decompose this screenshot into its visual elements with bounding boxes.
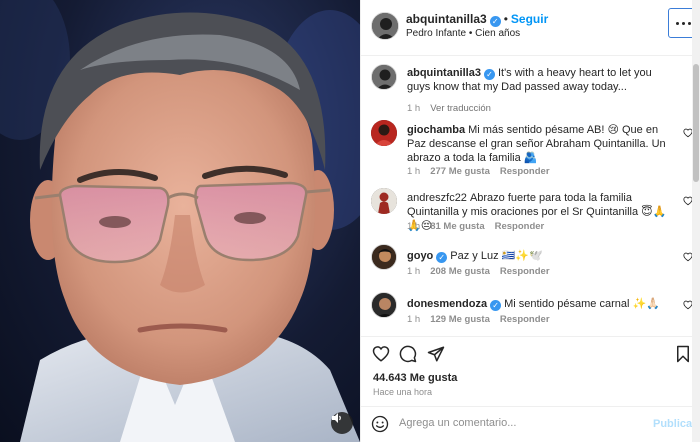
author-username[interactable]: abquintanilla3 [406,12,487,26]
comment-text-block: goyo ✓ Paz y Luz 🇺🇾✨🕊️ [407,249,677,263]
caption-username[interactable]: abquintanilla3 [407,67,481,79]
comment-text: Paz y Luz 🇺🇾✨🕊️ [450,250,543,262]
verified-badge-icon: ✓ [483,69,495,80]
comment-meta: 1 h 277 Me gusta Responder [407,166,560,177]
audio-track[interactable]: Pedro Infante • Cien años [406,28,520,39]
speaker-icon [332,413,341,423]
reply-button[interactable]: Responder [495,221,545,232]
dot-icon [687,21,691,25]
comment-input[interactable] [399,417,629,429]
comment-time[interactable]: 1 h [407,314,420,325]
avatar-image [372,65,396,89]
post-photo[interactable] [0,0,360,442]
post-side-panel: abquintanilla3 ✓ • Seguir Pedro Infante • C… [360,0,700,442]
avatar-image [371,120,397,146]
dot-icon [675,21,679,25]
comments-list[interactable]: abquintanilla3 ✓ It's with a heavy heart t… [361,56,700,336]
caption-text-block: abquintanilla3 ✓ It's with a heavy heart t… [407,66,677,94]
post-time[interactable]: Hace una hora [373,387,432,397]
comment-likes[interactable]: 81 Me gusta [430,221,484,232]
comment-time[interactable]: 1 h [407,166,420,177]
separator: • [503,12,508,26]
emoji-smiley-icon[interactable] [371,415,389,433]
verified-badge-icon: ✓ [436,252,448,263]
post-header: abquintanilla3 ✓ • Seguir Pedro Infante • C… [361,0,700,56]
comment-meta: 1 h 129 Me gusta Responder [407,314,560,325]
comment-avatar[interactable] [371,244,397,270]
verified-badge-icon: ✓ [489,16,501,27]
dot-icon [681,21,685,25]
comment-text: Mi sentido pésame carnal ✨🙏🏻 [504,298,660,310]
reply-button[interactable]: Responder [500,166,550,177]
portrait-illustration [0,0,360,442]
caption-meta: 1 h Ver traducción [407,103,501,114]
comment-avatar[interactable] [371,188,397,214]
publish-button[interactable]: Publicar [653,418,696,430]
comment-username[interactable]: goyo [407,250,433,262]
avatar-image [371,188,397,214]
comment-meta: 1 h 208 Me gusta Responder [407,266,560,277]
comment-avatar[interactable] [371,292,397,318]
comment-time[interactable]: 1 h [407,221,420,232]
save-bookmark-icon[interactable] [674,345,692,363]
author-line: abquintanilla3 ✓ • Seguir [406,12,548,27]
caption-avatar[interactable] [371,64,397,90]
comment-time[interactable]: 1 h [407,266,420,277]
likes-count[interactable]: 44.643 Me gusta [373,372,457,384]
comment-likes[interactable]: 277 Me gusta [430,166,490,177]
comment-username[interactable]: donesmendoza [407,298,487,310]
author-avatar[interactable] [371,12,399,40]
like-heart-icon[interactable] [372,345,390,363]
share-paper-plane-icon[interactable] [427,345,445,363]
verified-badge-icon: ✓ [490,300,502,311]
comment-likes[interactable]: 208 Me gusta [430,266,490,277]
avatar-image [372,245,396,269]
comment-text-block: giochamba Mi más sentido pésame AB! 😢 Que… [407,123,677,165]
reply-button[interactable]: Responder [500,266,550,277]
reply-button[interactable]: Responder [500,314,550,325]
page-scrollbar[interactable] [692,0,700,442]
mute-audio-button[interactable] [331,412,353,434]
comment-username[interactable]: giochamba [407,124,465,136]
avatar-image [372,293,396,317]
post-actions: 44.643 Me gusta Hace una hora [361,336,700,406]
add-comment-bar: Publicar [361,406,700,442]
comment-avatar[interactable] [371,120,397,146]
comment-username[interactable]: andreszfc22 [407,192,467,204]
follow-button[interactable]: Seguir [511,12,548,26]
scrollbar-thumb[interactable] [693,64,699,182]
comment-likes[interactable]: 129 Me gusta [430,314,490,325]
caption-time[interactable]: 1 h [407,103,420,114]
comment-bubble-icon[interactable] [399,345,417,363]
comment-meta: 1 h 81 Me gusta Responder [407,221,554,232]
avatar-image [372,13,398,39]
comment-text-block: donesmendoza ✓ Mi sentido pésame carnal ✨🙏… [407,297,677,311]
translate-link[interactable]: Ver traducción [430,103,491,114]
